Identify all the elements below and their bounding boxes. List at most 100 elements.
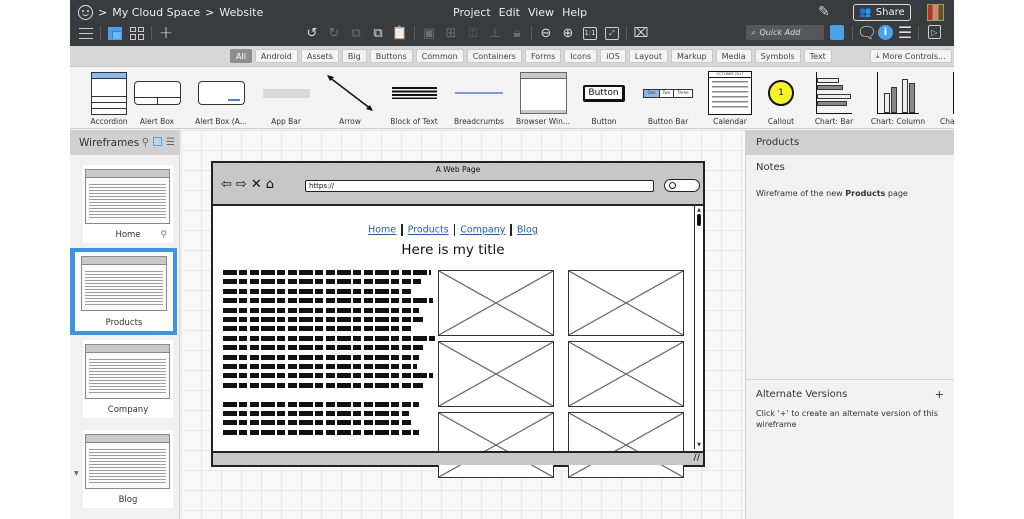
placeholder-text-line — [223, 326, 411, 332]
category-media[interactable]: Media — [715, 49, 752, 63]
category-android[interactable]: Android — [254, 49, 298, 63]
library-item-chart-column[interactable]: Chart: Column — [865, 69, 931, 127]
category-big[interactable]: Big — [341, 49, 367, 63]
present-icon[interactable]: ▷ — [928, 25, 941, 39]
link-map-icon[interactable]: ⚲ — [142, 137, 149, 148]
share-button[interactable]: 👥 Share — [853, 4, 911, 21]
placeholder-text-line — [223, 345, 423, 351]
category-assets[interactable]: Assets — [300, 49, 339, 63]
start-page-icon[interactable]: ⚲ — [160, 230, 167, 240]
pencil-icon[interactable]: ✎ — [818, 4, 830, 20]
ungroup-icon[interactable]: ⊞ — [443, 25, 459, 41]
wireframe-item-products[interactable]: Products — [70, 248, 177, 335]
notes-title: Notes — [756, 162, 785, 173]
ui-library-icon[interactable] — [830, 25, 844, 40]
actual-size-icon[interactable]: 1:1 — [582, 25, 598, 41]
link-products[interactable]: Products — [408, 225, 449, 236]
library-item-breadcrumbs[interactable]: Breadcrumbs — [446, 69, 512, 127]
category-text[interactable]: Text — [803, 49, 832, 63]
balsamiq-app: > My Cloud Space > Website Project Edit … — [70, 0, 954, 519]
group-icon[interactable]: ▣ — [421, 25, 437, 41]
category-layout[interactable]: Layout — [628, 49, 668, 63]
resize-grip-icon[interactable]: // — [693, 453, 700, 463]
breadcrumb-sep: > — [205, 5, 215, 19]
category-containers[interactable]: Containers — [466, 49, 522, 63]
category-buttons[interactable]: Buttons — [369, 49, 413, 63]
wireframe-item-company[interactable]: Company — [83, 340, 173, 418]
breadcrumb-space[interactable]: My Cloud Space — [112, 6, 200, 19]
collapse-arrow-icon[interactable]: ▼ — [74, 470, 79, 477]
wireframe-item-home[interactable]: Home ⚲ — [83, 165, 173, 243]
wireframe-thumbnail — [85, 169, 170, 224]
scroll-down-icon[interactable]: ▼ — [696, 442, 702, 448]
category-symbols[interactable]: Symbols — [754, 49, 801, 63]
canvas[interactable]: A Web Page ⇦ ⇨ ✕ ⌂ https:// Home Products… — [181, 130, 745, 519]
library-item-block-of-text[interactable]: Block of Text — [381, 69, 447, 127]
arrow-thumb — [327, 75, 373, 111]
zoom-out-icon[interactable]: ⊖ — [538, 25, 554, 41]
category-all[interactable]: All — [230, 49, 252, 63]
bring-front-icon[interactable]: ⍐ — [465, 25, 481, 41]
menu-project[interactable]: Project — [453, 6, 491, 19]
fullscreen-icon[interactable]: ⤢ — [604, 25, 620, 41]
library-item-chart-line[interactable]: Cha — [934, 69, 954, 127]
library-item-alert-box-android[interactable]: Alert Box (A... — [188, 69, 254, 127]
category-forms[interactable]: Forms — [524, 49, 562, 63]
smiley-icon[interactable] — [78, 4, 93, 20]
lock-icon[interactable]: 🔒︎ — [509, 25, 525, 41]
library-item-alert-box[interactable]: Alert Box — [124, 69, 190, 127]
delete-icon[interactable]: ⌧ — [633, 25, 649, 41]
browser-window-mockup[interactable]: A Web Page ⇦ ⇨ ✕ ⌂ https:// Home Products… — [211, 161, 705, 478]
redo-icon[interactable]: ↻ — [326, 25, 342, 41]
link-company[interactable]: Company — [460, 225, 505, 236]
paste-special-icon[interactable]: ⧉ — [370, 25, 386, 41]
wireframe-label: Company — [107, 405, 149, 415]
scroll-thumb[interactable] — [697, 214, 701, 226]
notes-text[interactable]: Wireframe of the new Products page — [756, 189, 908, 198]
breadcrumb-project[interactable]: Website — [219, 6, 263, 19]
forward-icon: ⇨ — [235, 177, 247, 192]
wireframe-item-blog[interactable]: Blog — [83, 430, 173, 508]
menu-view[interactable]: View — [528, 6, 554, 19]
grid-view-icon[interactable] — [129, 25, 145, 41]
library-item-app-bar[interactable]: App Bar — [253, 69, 319, 127]
avatar[interactable] — [927, 4, 944, 21]
clipboard-icon[interactable]: 📋 — [392, 25, 408, 41]
category-ios[interactable]: iOS — [600, 49, 626, 63]
menu-bar: Project Edit View Help — [453, 2, 587, 22]
placeholder-text-line — [223, 270, 431, 275]
download-icon: ⤓ — [876, 51, 880, 60]
menu-edit[interactable]: Edit — [499, 6, 520, 19]
comment-icon[interactable]: 🗨︎ — [857, 23, 877, 42]
library-item-arrow[interactable]: Arrow — [317, 69, 383, 127]
notes-icon[interactable]: ☰ — [897, 23, 913, 42]
more-controls-button[interactable]: ⤓ More Controls... — [870, 49, 952, 63]
category-markup[interactable]: Markup — [671, 49, 713, 63]
image-placeholder — [568, 341, 684, 407]
align-icon[interactable]: ⊥ — [487, 25, 503, 41]
scroll-up-icon[interactable]: ▲ — [696, 207, 702, 213]
zoom-in-icon[interactable]: ⊕ — [560, 25, 576, 41]
duplicate-icon[interactable]: ⧉ — [348, 25, 364, 41]
link-blog[interactable]: Blog — [517, 225, 538, 236]
category-icons[interactable]: Icons — [564, 49, 598, 63]
add-icon[interactable]: + — [158, 23, 174, 43]
single-view-icon[interactable] — [107, 25, 123, 41]
undo-icon[interactable]: ↺ — [304, 25, 320, 41]
hamburger-icon[interactable] — [78, 25, 94, 41]
info-icon[interactable]: i — [878, 25, 893, 40]
quick-add-input[interactable]: ⌕ Quick Add — [746, 25, 824, 40]
add-alternate-button[interactable]: + — [935, 388, 944, 401]
category-common[interactable]: Common — [415, 49, 464, 63]
library-item-button[interactable]: Button Button — [571, 69, 637, 127]
wireframe-thumbnail — [81, 256, 167, 311]
placeholder-text-line — [223, 279, 421, 285]
library-item-chart-bar[interactable]: Chart: Bar — [801, 69, 867, 127]
thumbnail-view-icon[interactable] — [153, 137, 163, 146]
link-home[interactable]: Home — [368, 225, 396, 236]
ui-library-strip: Accordion Alert Box Alert Box (A... App … — [70, 67, 954, 129]
scrollbar[interactable]: ▲ ▼ — [694, 206, 703, 449]
list-view-icon[interactable]: ☰ — [166, 137, 175, 148]
placeholder-text-line — [223, 420, 413, 426]
menu-help[interactable]: Help — [562, 6, 587, 19]
